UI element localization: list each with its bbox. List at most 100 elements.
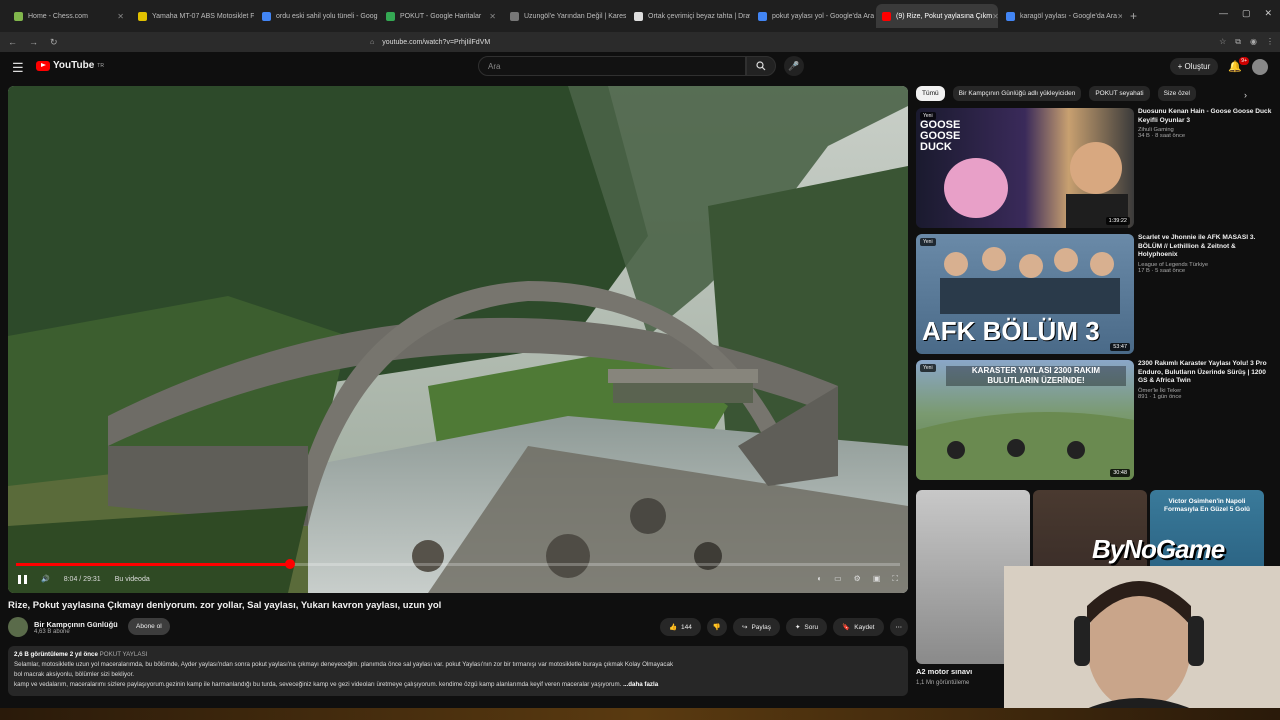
tab-title: Yamaha MT-07 ABS Motosiklet Fiyatı (152, 12, 254, 20)
browser-menu-icon[interactable]: ⋮ (1266, 37, 1274, 47)
tab-close-icon[interactable]: ✕ (1117, 12, 1122, 21)
browser-tab[interactable]: Home - Chess.com ✕ (8, 4, 130, 28)
recommendation-title[interactable]: Duosunu Kenan Hain - Goose Goose Duck Ke… (1138, 108, 1276, 125)
ask-button[interactable]: ✦ Soru (785, 618, 828, 636)
player-controls: 🔊 8:04 / 29:31 Bu videoda ◐ ▭ ⚙ ▣ ⛶ (18, 572, 898, 586)
logo-region: TR (97, 62, 104, 69)
short-views: 1,1 Mn görüntüleme (916, 680, 970, 686)
url-text: youtube.com/watch?v=PrhjIilFdVM (382, 38, 491, 46)
browser-tab[interactable]: karagöl yaylası - Google'da Ara ✕ (1000, 4, 1122, 28)
account-avatar[interactable] (1252, 58, 1268, 75)
tab-title: ordu eski sahil yolu tüneli - Google'da (276, 12, 378, 20)
tab-favicon-icon (262, 11, 271, 21)
chapter-label[interactable]: Bu videoda (115, 576, 150, 583)
filter-chip[interactable]: POKUT seyahati (1089, 86, 1150, 101)
share-button[interactable]: ↪ Paylaş (733, 618, 780, 636)
recommendation-item[interactable]: Yeni KARASTER YAYLASI 2300 RAKIM BULUTLA… (916, 360, 1276, 484)
profile-icon[interactable]: ◉ (1250, 37, 1257, 47)
filter-chip[interactable]: Bir Kampçının Günlüğü adlı yükleyiciden (952, 86, 1082, 101)
tab-title: Uzungöl'e Yarından Değil | Karesten (524, 12, 626, 20)
tab-favicon-icon (510, 11, 519, 21)
new-badge: Yeni (920, 364, 936, 372)
browser-tab[interactable]: ordu eski sahil yolu tüneli - Google'da✕ (256, 4, 378, 28)
browser-tab[interactable]: pokut yaylası yol - Google'da Ara✕ (752, 4, 874, 28)
rec-age: 8 saat önce (1155, 133, 1186, 139)
tab-title: POKUT - Google Haritalar (400, 12, 482, 20)
url-field[interactable]: ⌂ youtube.com/watch?v=PrhjIilFdVM (370, 35, 910, 49)
more-actions-button[interactable]: ⋯ (889, 618, 908, 636)
bookmark-icon[interactable]: ☆ (1219, 37, 1226, 47)
streamer-watermark-logo: ByNoGame (1092, 534, 1225, 564)
recommendation-thumbnail[interactable]: Yeni GOOSE GOOSE DUCK 1:39:22 (916, 108, 1134, 228)
tab-close-icon[interactable]: ✕ (117, 12, 124, 21)
fullscreen-icon[interactable]: ⛶ (892, 574, 898, 584)
description-tag[interactable]: POKUT YAYLASI (100, 651, 148, 658)
recommendation-thumbnail[interactable]: Yeni AFK BÖLÜM 3 53:47 (916, 234, 1134, 354)
rec-age: 5 saat önce (1155, 267, 1186, 274)
filter-chip[interactable]: Size özel (1157, 86, 1196, 101)
browser-tab[interactable]: Yamaha MT-07 ABS Motosiklet Fiyatı✕ (132, 4, 254, 28)
search-input[interactable]: Ara (478, 56, 746, 76)
hamburger-menu-icon[interactable]: ☰ (12, 60, 24, 76)
settings-gear-icon[interactable]: ⚙ (854, 574, 861, 584)
browser-tab[interactable]: Ortak çevrimiçi beyaz tahta | Draw.Ch✕ (628, 4, 750, 28)
channel-avatar[interactable] (8, 617, 28, 637)
tab-close-icon[interactable]: ✕ (992, 12, 998, 21)
save-label: Kaydet (854, 623, 875, 631)
recommendation-item[interactable]: Yeni GOOSE GOOSE DUCK 1:39:22 Duosunu Ke… (916, 108, 1276, 232)
sparkle-icon: ✦ (794, 624, 801, 631)
create-button[interactable]: + Oluştur (1169, 58, 1219, 75)
back-icon[interactable]: ← (8, 37, 17, 48)
show-more-link[interactable]: ...daha fazla (623, 681, 658, 688)
thumbnail-text: KARASTER YAYLASI 2300 RAKIM BULUTLARIN Ü… (946, 366, 1126, 386)
voice-search-button[interactable]: 🎤 (784, 56, 804, 76)
bookmark-save-icon: 🔖 (842, 624, 851, 631)
like-button[interactable]: 👍 144 (659, 618, 701, 636)
recommendation-item[interactable]: Yeni AFK BÖLÜM 3 53:47 Scarlet ve Jhonni… (916, 234, 1276, 358)
tab-close-icon[interactable]: ✕ (489, 12, 496, 21)
subscribe-button[interactable]: Abone ol (128, 618, 170, 635)
chevron-right-icon[interactable]: › (1244, 90, 1247, 100)
tab-favicon-icon (1006, 11, 1015, 21)
search-button[interactable] (746, 56, 776, 76)
browser-tab[interactable]: POKUT - Google Haritalar ✕ (380, 4, 502, 28)
forward-icon[interactable]: → (29, 37, 38, 48)
video-progress-bar[interactable] (16, 559, 900, 569)
new-tab-button[interactable]: + (1130, 9, 1137, 23)
subtitles-icon[interactable]: ▭ (834, 574, 842, 584)
extensions-icon[interactable]: ⧉ (1235, 37, 1241, 47)
browser-tab-bar: Home - Chess.com ✕ Yamaha MT-07 ABS Motosi… (0, 0, 1280, 32)
site-info-icon[interactable]: ⌂ (370, 39, 374, 46)
youtube-logo[interactable]: YouTube TR (36, 60, 104, 71)
dislike-button[interactable]: 👎 (706, 618, 727, 636)
filter-chip[interactable]: Tümü (916, 86, 945, 101)
close-window-icon[interactable]: ✕ (1264, 8, 1272, 19)
maximize-icon[interactable]: ▢ (1242, 8, 1251, 19)
rec-views: 34 B (1138, 133, 1150, 139)
video-duration: 30:48 (1110, 469, 1130, 477)
reload-icon[interactable]: ↻ (50, 37, 58, 48)
video-player[interactable]: 🔊 8:04 / 29:31 Bu videoda ◐ ▭ ⚙ ▣ ⛶ (8, 86, 908, 593)
save-button[interactable]: 🔖 Kaydet (833, 618, 884, 636)
notifications-button[interactable]: 🔔 9+ (1228, 57, 1249, 73)
pause-icon[interactable] (18, 574, 27, 584)
browser-tab[interactable]: (9) Rize, Pokut yaylasına Çıkm ✕ (876, 4, 998, 28)
description-line-2: bol macrak aksiyonlu, bölümler sizi bekl… (14, 671, 135, 678)
autoplay-toggle-icon[interactable]: ◐ (817, 574, 822, 584)
miniplayer-icon[interactable]: ▣ (873, 574, 881, 584)
tab-favicon-icon (138, 11, 147, 21)
recommendation-title[interactable]: Scarlet ve Jhonnie ile AFK MASASI 3. BÖL… (1138, 234, 1276, 260)
description-box[interactable]: 2,6 B görüntüleme 2 yıl önce POKUT YAYLA… (8, 646, 908, 696)
scrubber-handle[interactable] (285, 559, 296, 569)
video-title: Rize, Pokut yaylasına Çıkmayı deniyorum.… (8, 600, 442, 611)
channel-info[interactable]: Bir Kampçının Günlüğü 4,63 B abone (8, 617, 118, 637)
volume-icon[interactable]: 🔊 (41, 575, 50, 583)
share-icon: ↪ (742, 624, 748, 631)
short-title[interactable]: A2 motor sınavı (916, 667, 972, 676)
minimize-icon[interactable]: — (1219, 8, 1228, 19)
recommendation-title[interactable]: 2300 Rakımlı Karaster Yaylası Yolu! 3 Pr… (1138, 360, 1276, 386)
recommendation-thumbnail[interactable]: Yeni KARASTER YAYLASI 2300 RAKIM BULUTLA… (916, 360, 1134, 480)
channel-name[interactable]: Bir Kampçının Günlüğü (34, 620, 118, 629)
rec-views: 17 B (1138, 267, 1150, 274)
browser-tab[interactable]: Uzungöl'e Yarından Değil | Karesten✕ (504, 4, 626, 28)
